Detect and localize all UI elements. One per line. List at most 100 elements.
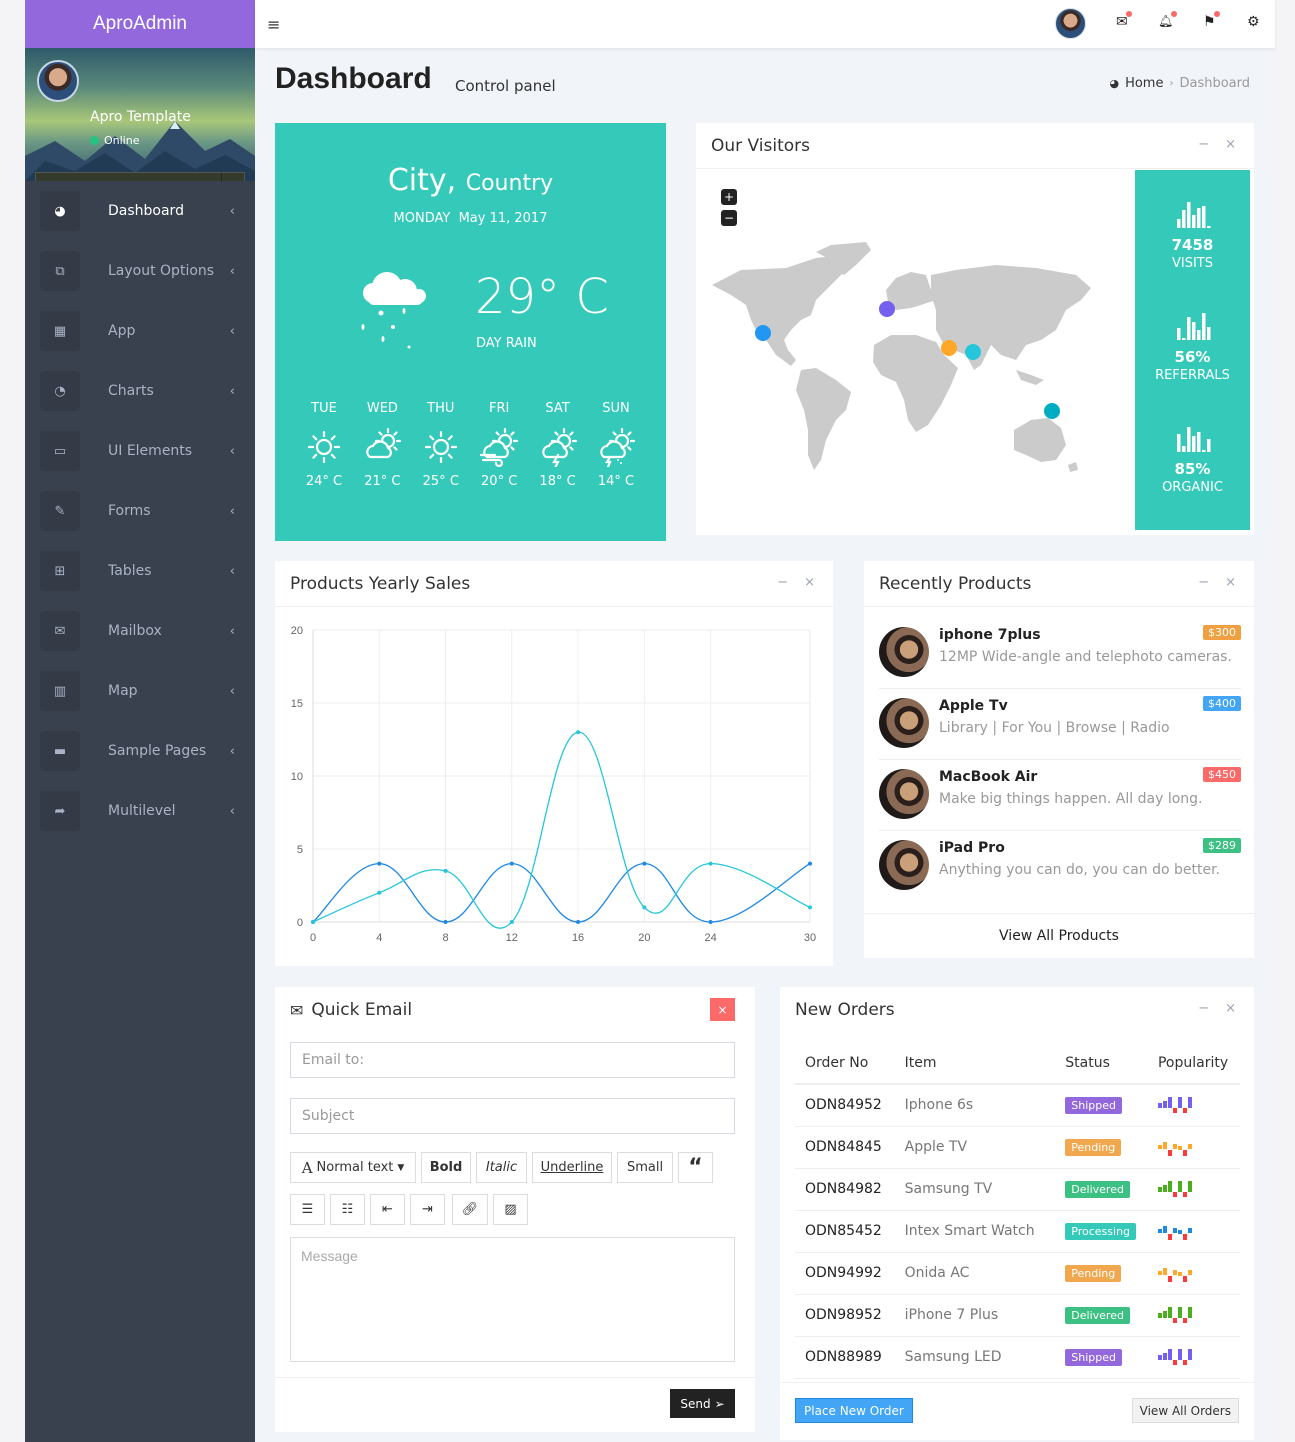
- header-user-avatar[interactable]: [1055, 8, 1086, 39]
- place-new-order-button[interactable]: Place New Order: [795, 1398, 913, 1423]
- breadcrumb-home[interactable]: Home: [1125, 76, 1163, 91]
- messages-button[interactable]: ✉: [1116, 11, 1132, 30]
- send-button[interactable]: Send ➢: [670, 1389, 735, 1418]
- product-item[interactable]: Apple Tv Library | For You | Browse | Rad…: [879, 689, 1241, 760]
- data-point[interactable]: [443, 868, 448, 873]
- settings-button[interactable]: ⚙: [1247, 14, 1260, 30]
- caret-down-icon: ▼: [397, 1162, 405, 1173]
- sidebar-item-map[interactable]: ▥ Map ‹: [25, 661, 255, 721]
- close-icon[interactable]: ×: [804, 575, 815, 590]
- column-header[interactable]: Item: [894, 1042, 1056, 1085]
- product-item[interactable]: iPad Pro Anything you can do, you can do …: [879, 831, 1241, 902]
- notification-dot: [1125, 11, 1132, 17]
- close-icon[interactable]: ×: [1225, 1001, 1236, 1016]
- data-point[interactable]: [642, 861, 647, 866]
- map-marker-middle-east[interactable]: [941, 340, 957, 356]
- search-button[interactable]: 🔍︎: [221, 173, 244, 181]
- data-point[interactable]: [377, 890, 382, 895]
- map-zoom-in-button[interactable]: +: [721, 189, 737, 205]
- sidebar-item-tables[interactable]: ⊞ Tables ‹: [25, 541, 255, 601]
- map-zoom-out-button[interactable]: −: [721, 210, 737, 226]
- table-row[interactable]: ODN84845 Apple TV Pending: [795, 1126, 1240, 1169]
- bold-button[interactable]: Bold: [421, 1152, 471, 1183]
- data-point[interactable]: [311, 920, 315, 924]
- table-row[interactable]: ODN88989 Samsung LED Shipped: [795, 1336, 1240, 1379]
- dashboard-icon: ◕: [1109, 77, 1120, 90]
- sidebar-item-label: App: [108, 323, 136, 339]
- sidebar-item-multilevel[interactable]: ➦ Multilevel ‹: [25, 781, 255, 841]
- email-message-textarea[interactable]: [290, 1237, 735, 1362]
- product-name[interactable]: Apple Tv: [939, 698, 1008, 714]
- map-marker-us[interactable]: [755, 325, 771, 341]
- blockquote-button[interactable]: “: [678, 1152, 713, 1183]
- underline-button[interactable]: Underline: [532, 1152, 612, 1183]
- table-row[interactable]: ODN84952 Iphone 6s Shipped: [795, 1084, 1240, 1127]
- order-status-cell: Delivered: [1055, 1168, 1148, 1211]
- menu-toggle-icon[interactable]: ≡: [267, 15, 280, 34]
- data-point[interactable]: [708, 861, 713, 866]
- data-point[interactable]: [708, 920, 713, 924]
- map-marker-india[interactable]: [965, 344, 981, 360]
- data-point[interactable]: [808, 905, 812, 910]
- data-point[interactable]: [642, 905, 647, 910]
- data-point[interactable]: [377, 861, 382, 866]
- sidebar-item-dashboard[interactable]: ◕ Dashboard ‹: [25, 181, 255, 241]
- product-name[interactable]: iphone 7plus: [939, 627, 1041, 643]
- table-row[interactable]: ODN94992 Onida AC Pending: [795, 1252, 1240, 1295]
- email-subject-input[interactable]: [290, 1098, 735, 1134]
- sidebar-item-forms[interactable]: ✎ Forms ‹: [25, 481, 255, 541]
- data-point[interactable]: [576, 730, 581, 735]
- product-item[interactable]: iphone 7plus 12MP Wide-angle and telephot…: [879, 618, 1241, 689]
- minimize-icon[interactable]: −: [1198, 137, 1209, 152]
- sidebar-item-ui-elements[interactable]: ▭ UI Elements ‹: [25, 421, 255, 481]
- data-point[interactable]: [509, 861, 514, 866]
- sidebar-item-sample-pages[interactable]: ▬ Sample Pages ‹: [25, 721, 255, 781]
- app-logo[interactable]: AproAdmin: [25, 0, 255, 48]
- data-point[interactable]: [509, 920, 514, 924]
- sidebar-item-layout-options[interactable]: ⧉ Layout Options ‹: [25, 241, 255, 301]
- view-all-products-link[interactable]: View All Products: [864, 913, 1254, 958]
- sidebar-item-app[interactable]: ▦ App ‹: [25, 301, 255, 361]
- sidebar-search-input[interactable]: [36, 173, 221, 181]
- minimize-icon[interactable]: −: [1198, 575, 1209, 590]
- sidebar-item-mailbox[interactable]: ✉ Mailbox ‹: [25, 601, 255, 661]
- product-name[interactable]: MacBook Air: [939, 769, 1037, 785]
- world-map[interactable]: + −: [696, 170, 1134, 535]
- product-item[interactable]: MacBook Air Make big things happen. All d…: [879, 760, 1241, 831]
- data-point[interactable]: [808, 861, 812, 866]
- indent-button[interactable]: ⇥: [410, 1194, 445, 1225]
- close-icon[interactable]: ×: [1225, 575, 1236, 590]
- column-header[interactable]: Popularity: [1147, 1042, 1240, 1085]
- email-to-input[interactable]: [290, 1042, 735, 1078]
- text-style-dropdown[interactable]: A Normal text ▼: [290, 1152, 416, 1183]
- outdent-button[interactable]: ⇤: [370, 1194, 405, 1225]
- ordered-list-button[interactable]: ☷: [330, 1194, 365, 1225]
- view-all-orders-button[interactable]: View All Orders: [1131, 1398, 1239, 1423]
- map-marker-australia[interactable]: [1044, 403, 1060, 419]
- minimize-icon[interactable]: −: [1198, 1001, 1209, 1016]
- column-header[interactable]: Order No: [795, 1042, 895, 1085]
- table-row[interactable]: ODN84982 Samsung TV Delivered: [795, 1168, 1240, 1211]
- data-point[interactable]: [576, 920, 581, 924]
- tasks-button[interactable]: ⚑: [1203, 11, 1220, 30]
- user-avatar[interactable]: [37, 60, 79, 102]
- italic-button[interactable]: Italic: [476, 1152, 527, 1183]
- table-row[interactable]: ODN85452 Intex Smart Watch Processing: [795, 1210, 1240, 1253]
- close-button[interactable]: ×: [710, 998, 735, 1021]
- minimize-icon[interactable]: −: [777, 575, 788, 590]
- notifications-button[interactable]: 🔔︎: [1158, 11, 1178, 28]
- map-marker-europe[interactable]: [879, 301, 895, 317]
- close-icon[interactable]: ×: [1225, 137, 1236, 152]
- insert-link-button[interactable]: 🔗︎: [452, 1194, 488, 1225]
- column-header[interactable]: Status: [1055, 1042, 1148, 1085]
- box-tools: − ×: [1198, 1001, 1236, 1016]
- sidebar-item-charts[interactable]: ◔ Charts ‹: [25, 361, 255, 421]
- app-root: AproAdmin Apro Template Online 🔍︎ ◕ Dashb…: [25, 0, 1275, 1442]
- unordered-list-button[interactable]: ☰: [290, 1194, 325, 1225]
- table-row[interactable]: ODN98952 iPhone 7 Plus Delivered: [795, 1294, 1240, 1337]
- data-point[interactable]: [443, 920, 448, 924]
- forecast-day: SAT 18° C: [529, 401, 587, 489]
- product-name[interactable]: iPad Pro: [939, 840, 1005, 856]
- small-button[interactable]: Small: [617, 1152, 673, 1183]
- insert-image-button[interactable]: ▨: [493, 1194, 528, 1225]
